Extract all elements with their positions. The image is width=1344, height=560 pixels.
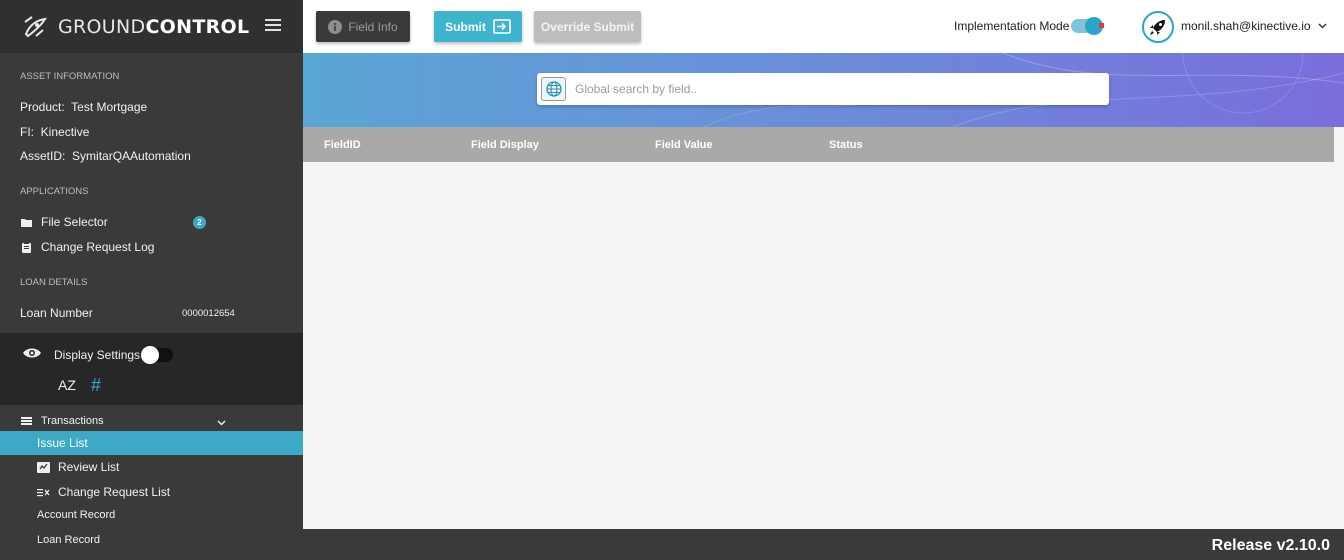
asset-info-title: ASSET INFORMATION	[20, 71, 120, 82]
globe-icon[interactable]	[541, 77, 566, 101]
folder-icon	[20, 218, 32, 227]
status-indicator	[1099, 23, 1104, 28]
top-toolbar: Field Info Submit Override Submit Implem…	[303, 0, 1344, 53]
release-version: Release v2.10.0	[1211, 537, 1330, 554]
table-header: FieldID Field Display Field Value Status	[303, 127, 1334, 162]
search-input[interactable]	[575, 79, 1095, 99]
review-list-item[interactable]: Review List	[37, 460, 119, 474]
display-settings-label: Display Settings	[54, 348, 141, 362]
transactions-toggle[interactable]: Transactions	[0, 415, 104, 427]
review-icon	[37, 461, 50, 473]
clipboard-icon	[20, 241, 32, 253]
product-row: Product: Test Mortgage	[20, 100, 148, 114]
asset-id-row: AssetID: SymitarQAAutomation	[20, 149, 191, 163]
loan-details-title: LOAN DETAILS	[20, 277, 88, 288]
user-email[interactable]: monil.shah@kinective.io	[1181, 19, 1311, 33]
account-record-item[interactable]: Account Record	[37, 509, 115, 521]
groundcontrol-logo-icon	[24, 15, 47, 37]
table-body	[303, 162, 1344, 529]
footer: Release v2.10.0	[303, 529, 1344, 560]
user-menu-chevron-icon[interactable]	[1318, 23, 1327, 29]
info-icon	[328, 19, 343, 34]
chevron-down-icon[interactable]	[217, 420, 226, 426]
column-field-id[interactable]: FieldID	[324, 139, 361, 151]
change-request-log-link[interactable]: Change Request Log	[0, 240, 154, 254]
field-info-button[interactable]: Field Info	[316, 11, 410, 42]
logo-bar: GROUNDCONTROL	[0, 0, 303, 53]
applications-title: APPLICATIONS	[20, 186, 89, 197]
column-status[interactable]: Status	[829, 139, 863, 151]
brand-name: GROUNDCONTROL	[58, 15, 250, 38]
eye-icon	[23, 348, 41, 358]
override-submit-button[interactable]: Override Submit	[534, 11, 641, 42]
menu-icon[interactable]	[265, 19, 281, 32]
file-selector-badge: 2	[193, 216, 206, 229]
display-settings-panel: Display Settings AZ #	[0, 333, 303, 405]
implementation-mode-toggle[interactable]	[1071, 17, 1103, 35]
search-banner	[303, 53, 1344, 127]
change-request-list-item[interactable]: Change Request List	[37, 485, 170, 499]
issue-list-item[interactable]: Issue List	[0, 431, 303, 455]
sidebar: GROUNDCONTROL ASSET INFORMATION Product:…	[0, 0, 303, 560]
global-search	[537, 73, 1109, 105]
column-field-value[interactable]: Field Value	[655, 139, 712, 151]
hash-icon[interactable]: #	[91, 375, 101, 396]
rocket-icon	[1150, 20, 1165, 35]
avatar[interactable]	[1142, 11, 1174, 43]
file-selector-link[interactable]: File Selector	[0, 215, 108, 229]
fi-row: FI: Kinective	[20, 125, 90, 139]
loan-number-label: Loan Number	[20, 306, 93, 320]
implementation-mode-label: Implementation Mode	[954, 19, 1070, 33]
display-settings-toggle[interactable]	[141, 346, 173, 364]
clear-list-icon	[37, 488, 50, 497]
loan-record-item[interactable]: Loan Record	[37, 534, 100, 546]
sort-az-icon[interactable]: AZ	[58, 377, 76, 393]
list-icon	[20, 417, 32, 425]
submit-icon	[493, 19, 511, 34]
loan-number-value: 0000012654	[182, 308, 235, 319]
column-field-display[interactable]: Field Display	[471, 139, 539, 151]
submit-button[interactable]: Submit	[434, 11, 522, 42]
